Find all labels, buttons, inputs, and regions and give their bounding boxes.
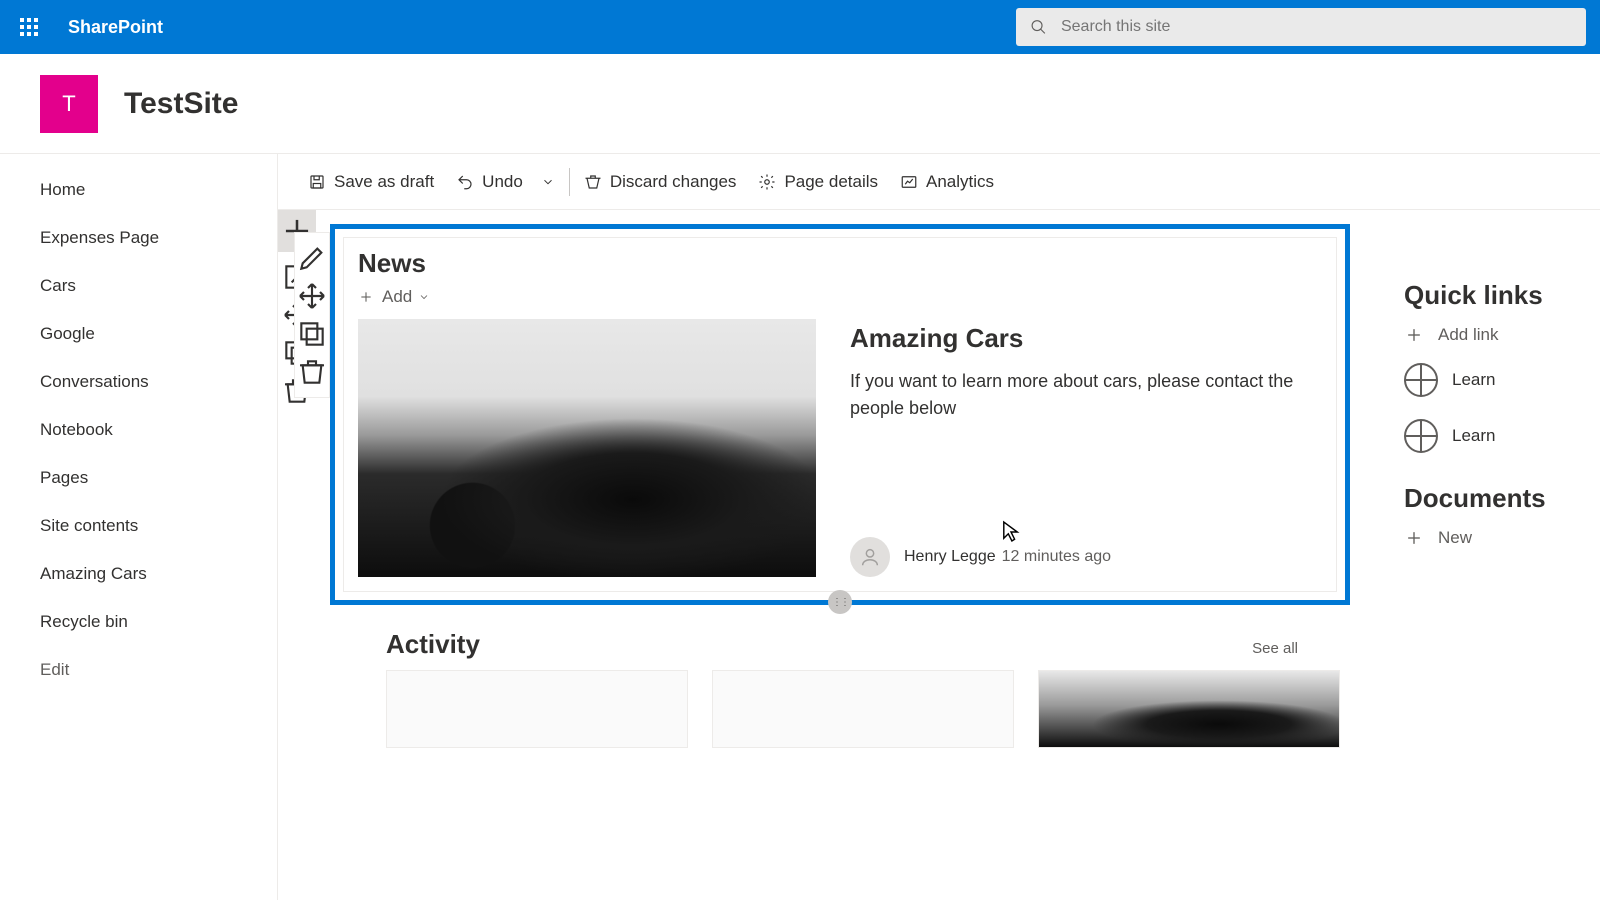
drag-handle[interactable] bbox=[828, 590, 852, 614]
quick-link-item[interactable]: Learn bbox=[1404, 419, 1600, 453]
globe-icon bbox=[1404, 419, 1438, 453]
activity-title: Activity bbox=[386, 629, 480, 660]
move-webpart-button[interactable] bbox=[296, 277, 328, 315]
nav-recycle-bin[interactable]: Recycle bin bbox=[0, 598, 277, 646]
undo-label: Undo bbox=[482, 172, 523, 192]
brand-label[interactable]: SharePoint bbox=[68, 17, 163, 38]
main-canvas: Save as draft Undo Discard changes Page … bbox=[278, 154, 1600, 900]
chevron-down-icon bbox=[418, 291, 430, 303]
activity-see-all-link[interactable]: See all bbox=[1252, 640, 1298, 657]
news-webpart: News Add Amazing Cars If you want to lea… bbox=[343, 237, 1337, 592]
nav-expenses-page[interactable]: Expenses Page bbox=[0, 214, 277, 262]
site-title[interactable]: TestSite bbox=[124, 87, 238, 121]
page-details-button[interactable]: Page details bbox=[758, 172, 878, 192]
nav-site-contents[interactable]: Site contents bbox=[0, 502, 277, 550]
search-box[interactable] bbox=[1016, 8, 1586, 46]
plus-icon bbox=[1404, 528, 1424, 548]
search-input[interactable] bbox=[1061, 18, 1572, 36]
quick-links-title: Quick links bbox=[1404, 280, 1600, 311]
author-avatar bbox=[850, 537, 890, 577]
separator bbox=[569, 168, 570, 196]
analytics-label: Analytics bbox=[926, 172, 994, 192]
news-webpart-selection[interactable]: News Add Amazing Cars If you want to lea… bbox=[330, 224, 1350, 605]
quick-link-label: Learn bbox=[1452, 426, 1495, 446]
site-header: T TestSite bbox=[0, 54, 1600, 154]
copy-icon bbox=[296, 318, 328, 350]
add-link-button[interactable]: Add link bbox=[1404, 325, 1600, 345]
add-news-button[interactable]: Add bbox=[358, 287, 1322, 307]
nav-google[interactable]: Google bbox=[0, 310, 277, 358]
activity-card[interactable] bbox=[1038, 670, 1340, 748]
nav-notebook[interactable]: Notebook bbox=[0, 406, 277, 454]
trash-icon bbox=[296, 356, 328, 388]
activity-card[interactable] bbox=[712, 670, 1014, 748]
author-name: Henry Legge bbox=[904, 548, 996, 566]
plus-icon bbox=[1404, 325, 1424, 345]
new-document-button[interactable]: New bbox=[1404, 528, 1600, 548]
news-post-description: If you want to learn more about cars, pl… bbox=[850, 368, 1308, 422]
waffle-icon bbox=[20, 18, 38, 36]
add-news-label: Add bbox=[382, 287, 412, 307]
documents-title: Documents bbox=[1404, 483, 1600, 514]
discard-changes-button[interactable]: Discard changes bbox=[584, 172, 737, 192]
gear-icon bbox=[758, 173, 776, 191]
suite-bar: SharePoint bbox=[0, 0, 1600, 54]
add-link-label: Add link bbox=[1438, 325, 1498, 345]
undo-button[interactable]: Undo bbox=[456, 172, 523, 192]
analytics-icon bbox=[900, 173, 918, 191]
search-icon bbox=[1030, 18, 1047, 36]
analytics-button[interactable]: Analytics bbox=[900, 172, 994, 192]
nav-cars[interactable]: Cars bbox=[0, 262, 277, 310]
news-post-title[interactable]: Amazing Cars bbox=[850, 323, 1308, 354]
nav-edit-link[interactable]: Edit bbox=[0, 646, 277, 694]
pencil-icon bbox=[296, 242, 328, 274]
left-navigation: Home Expenses Page Cars Google Conversat… bbox=[0, 154, 278, 900]
person-icon bbox=[859, 546, 881, 568]
nav-pages[interactable]: Pages bbox=[0, 454, 277, 502]
news-post-image[interactable] bbox=[358, 319, 816, 577]
nav-conversations[interactable]: Conversations bbox=[0, 358, 277, 406]
command-bar: Save as draft Undo Discard changes Page … bbox=[278, 154, 1600, 210]
delete-webpart-button[interactable] bbox=[296, 353, 328, 391]
news-post-byline: Henry Legge 12 minutes ago bbox=[850, 537, 1308, 577]
save-icon bbox=[308, 173, 326, 191]
globe-icon bbox=[1404, 363, 1438, 397]
undo-chevron-button[interactable] bbox=[541, 175, 555, 189]
nav-amazing-cars[interactable]: Amazing Cars bbox=[0, 550, 277, 598]
news-title: News bbox=[358, 248, 1322, 279]
move-icon bbox=[296, 280, 328, 312]
app-launcher-button[interactable] bbox=[10, 8, 48, 46]
page-details-label: Page details bbox=[784, 172, 878, 192]
webpart-tools bbox=[294, 232, 330, 398]
quick-link-item[interactable]: Learn bbox=[1404, 363, 1600, 397]
right-column: Quick links Add link Learn Learn Documen… bbox=[1404, 280, 1600, 566]
discard-icon bbox=[584, 173, 602, 191]
save-label: Save as draft bbox=[334, 172, 434, 192]
edit-webpart-button[interactable] bbox=[296, 239, 328, 277]
quick-link-label: Learn bbox=[1452, 370, 1495, 390]
plus-icon bbox=[358, 289, 374, 305]
undo-icon bbox=[456, 173, 474, 191]
activity-cards bbox=[330, 670, 1600, 748]
duplicate-webpart-button[interactable] bbox=[296, 315, 328, 353]
new-document-label: New bbox=[1438, 528, 1472, 548]
site-logo[interactable]: T bbox=[40, 75, 98, 133]
activity-card[interactable] bbox=[386, 670, 688, 748]
nav-home[interactable]: Home bbox=[0, 166, 277, 214]
post-time: 12 minutes ago bbox=[1002, 548, 1111, 566]
discard-label: Discard changes bbox=[610, 172, 737, 192]
save-as-draft-button[interactable]: Save as draft bbox=[308, 172, 434, 192]
